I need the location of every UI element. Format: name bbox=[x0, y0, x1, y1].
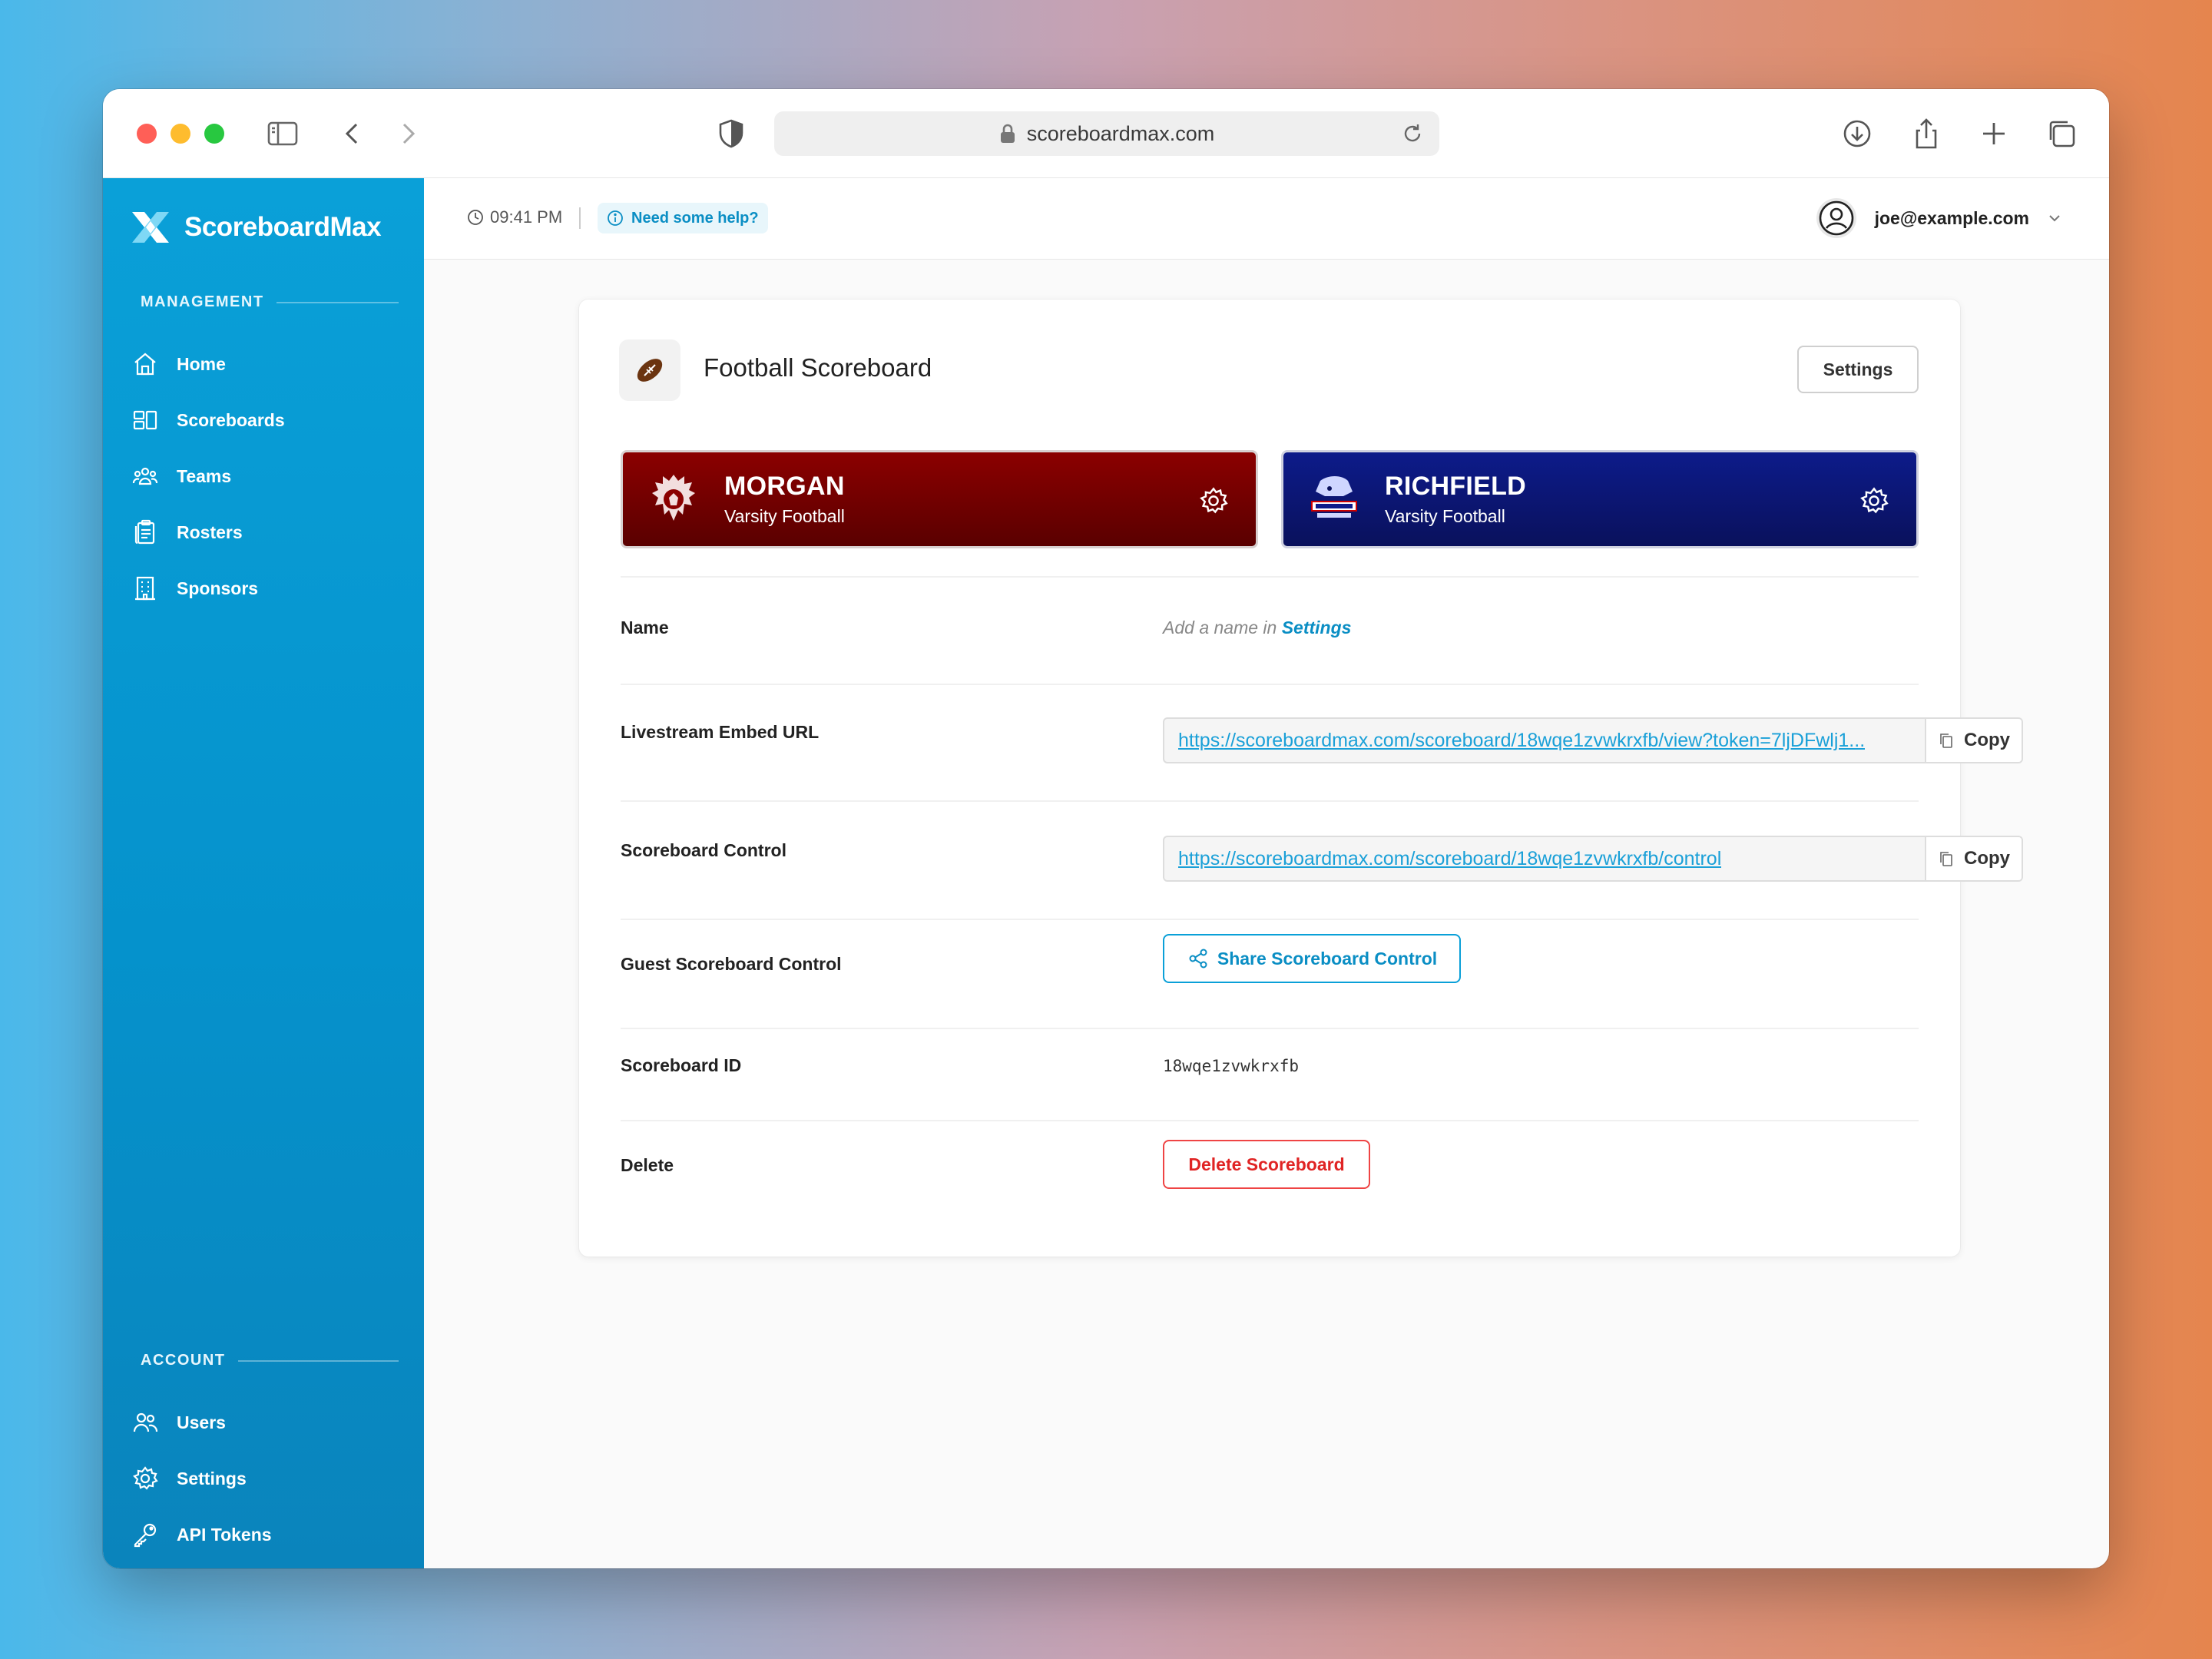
settings-button[interactable]: Settings bbox=[1797, 346, 1919, 393]
header-divider bbox=[579, 207, 581, 229]
address-bar[interactable]: scoreboardmax.com bbox=[774, 111, 1439, 156]
sidebar-item-users[interactable]: Users bbox=[131, 1401, 399, 1444]
account-section-label: ACCOUNT bbox=[141, 1352, 399, 1369]
sidebar-item-label: Settings bbox=[177, 1468, 247, 1488]
share-button-label: Share Scoreboard Control bbox=[1217, 948, 1438, 969]
sidebar-item-api-tokens[interactable]: API Tokens bbox=[131, 1513, 399, 1556]
gear-icon bbox=[133, 1466, 158, 1490]
sponsors-icon bbox=[135, 576, 155, 601]
team-card-away[interactable]: RICHFIELD Varsity Football bbox=[1281, 450, 1919, 548]
copy-control-url-button[interactable]: Copy bbox=[1925, 837, 2022, 880]
gear-icon[interactable] bbox=[1199, 486, 1228, 515]
clock-icon bbox=[468, 210, 483, 225]
sidebar: ScoreboardMax MANAGEMENT Home Scoreboard… bbox=[103, 178, 424, 1568]
new-tab-icon[interactable] bbox=[1972, 112, 2015, 155]
copy-icon bbox=[1940, 733, 1952, 748]
share-icon[interactable] bbox=[1905, 112, 1948, 155]
home-icon bbox=[134, 353, 156, 376]
sidebar-item-settings[interactable]: Settings bbox=[131, 1457, 399, 1500]
name-settings-link[interactable]: Settings bbox=[1282, 618, 1352, 637]
teams-icon bbox=[132, 467, 158, 485]
reload-icon[interactable] bbox=[1401, 122, 1424, 145]
divider bbox=[621, 684, 1919, 685]
current-time: 09:41 PM bbox=[467, 207, 562, 227]
info-icon bbox=[608, 210, 623, 226]
back-icon[interactable] bbox=[332, 112, 375, 155]
sidebar-item-home[interactable]: Home bbox=[131, 343, 399, 386]
key-icon bbox=[134, 1523, 157, 1548]
team-subtitle: Varsity Football bbox=[1385, 506, 1505, 526]
team-logo-richfield bbox=[1311, 476, 1357, 518]
users-icon bbox=[133, 1412, 158, 1432]
embed-url-link[interactable]: https://scoreboardmax.com/scoreboard/18w… bbox=[1164, 719, 1925, 762]
scoreboards-icon bbox=[133, 410, 157, 430]
sidebar-toggle-icon[interactable] bbox=[261, 112, 304, 155]
sidebar-item-label: Scoreboards bbox=[177, 409, 285, 430]
scoreboard-id-label: Scoreboard ID bbox=[621, 1055, 742, 1075]
team-card-home[interactable]: MORGAN Varsity Football bbox=[621, 450, 1258, 548]
zoom-window-button[interactable] bbox=[204, 124, 224, 144]
embed-url-field: https://scoreboardmax.com/scoreboard/18w… bbox=[1163, 717, 2023, 763]
brand-logo[interactable]: ScoreboardMax bbox=[129, 207, 382, 247]
team-name: MORGAN bbox=[724, 472, 845, 501]
close-window-button[interactable] bbox=[137, 124, 157, 144]
scoreboard-card: Football Scoreboard Settings MORGAN Vars… bbox=[579, 300, 2023, 1257]
divider bbox=[621, 800, 1919, 802]
name-label: Name bbox=[621, 618, 669, 637]
help-link[interactable]: Need some help? bbox=[598, 203, 768, 233]
browser-window: scoreboardmax.com ScoreboardMax MANAGEME bbox=[103, 89, 2109, 1568]
tab-overview-icon[interactable] bbox=[2040, 112, 2083, 155]
gear-icon[interactable] bbox=[1859, 486, 1889, 515]
team-logo-morgan bbox=[652, 475, 695, 521]
name-hint: Add a name in Settings bbox=[1163, 618, 1352, 637]
control-url-field: https://scoreboardmax.com/scoreboard/18w… bbox=[1163, 836, 2023, 882]
minimize-window-button[interactable] bbox=[171, 124, 190, 144]
divider bbox=[621, 1120, 1919, 1121]
user-menu[interactable]: joe@example.com bbox=[1815, 197, 2063, 240]
sidebar-item-rosters[interactable]: Rosters bbox=[131, 511, 399, 554]
management-section-label: MANAGEMENT bbox=[141, 293, 399, 311]
sidebar-item-teams[interactable]: Teams bbox=[131, 455, 399, 498]
delete-scoreboard-button[interactable]: Delete Scoreboard bbox=[1163, 1140, 1370, 1189]
chevron-down-icon bbox=[2049, 215, 2060, 222]
downloads-icon[interactable] bbox=[1836, 112, 1879, 155]
delete-label: Delete bbox=[621, 1155, 674, 1175]
privacy-shield-icon[interactable] bbox=[710, 112, 753, 155]
copy-embed-url-button[interactable]: Copy bbox=[1925, 719, 2022, 762]
forward-icon[interactable] bbox=[386, 112, 429, 155]
control-url-label: Scoreboard Control bbox=[621, 840, 786, 860]
sidebar-item-scoreboards[interactable]: Scoreboards bbox=[131, 399, 399, 442]
divider bbox=[621, 919, 1919, 920]
scoreboardmax-logo-icon bbox=[132, 212, 169, 243]
embed-url-label: Livestream Embed URL bbox=[621, 722, 820, 742]
browser-toolbar: scoreboardmax.com bbox=[103, 89, 2109, 178]
user-email: joe@example.com bbox=[1874, 207, 2029, 228]
sidebar-item-label: Teams bbox=[177, 465, 232, 486]
control-url-link[interactable]: https://scoreboardmax.com/scoreboard/18w… bbox=[1164, 837, 1925, 880]
sidebar-item-label: Home bbox=[177, 353, 226, 374]
team-subtitle: Varsity Football bbox=[724, 506, 845, 526]
copy-icon bbox=[1940, 852, 1952, 866]
share-nodes-icon bbox=[1189, 949, 1207, 969]
sidebar-item-label: Sponsors bbox=[177, 578, 259, 598]
football-icon bbox=[619, 339, 680, 401]
avatar-icon bbox=[1816, 198, 1856, 238]
team-name: RICHFIELD bbox=[1385, 472, 1527, 501]
guest-control-label: Guest Scoreboard Control bbox=[621, 954, 842, 974]
sidebar-item-sponsors[interactable]: Sponsors bbox=[131, 567, 399, 610]
brand-name: ScoreboardMax bbox=[184, 212, 382, 242]
share-scoreboard-control-button[interactable]: Share Scoreboard Control bbox=[1163, 934, 1461, 983]
rosters-icon bbox=[134, 519, 155, 545]
page-title: Football Scoreboard bbox=[704, 353, 932, 382]
divider bbox=[621, 1028, 1919, 1029]
app-header: 09:41 PM Need some help? joe@example.com bbox=[424, 178, 2109, 260]
sidebar-item-label: Users bbox=[177, 1412, 226, 1432]
address-url: scoreboardmax.com bbox=[1026, 121, 1215, 145]
lock-icon bbox=[1000, 124, 1015, 143]
scoreboard-id-value: 18wqe1zvwkrxfb bbox=[1163, 1057, 1300, 1075]
divider bbox=[621, 576, 1919, 578]
sidebar-item-label: Rosters bbox=[177, 522, 243, 542]
sidebar-item-label: API Tokens bbox=[177, 1524, 272, 1545]
